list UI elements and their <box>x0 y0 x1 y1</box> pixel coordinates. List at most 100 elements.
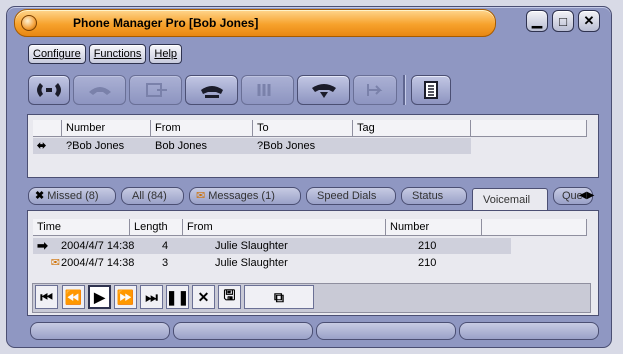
chevron-left-icon[interactable]: ◀ <box>579 190 587 201</box>
app-icon <box>21 15 37 31</box>
vm-time: 2004/4/7 14:38 <box>61 257 135 269</box>
forward-icon: ⧉ <box>274 288 284 305</box>
save-icon: 🖫 <box>223 287 236 303</box>
pause-button[interactable]: ❚❚ <box>166 285 189 309</box>
transfer-icon <box>145 83 167 97</box>
minimize-button[interactable]: ▁ <box>526 10 548 32</box>
maximize-icon: □ <box>559 13 567 29</box>
tab-bar: ✖ Missed (8) All (84) ✉ Messages (1) Spe… <box>28 187 593 210</box>
tab-missed[interactable]: ✖ Missed (8) <box>28 187 116 205</box>
tab-messages-label: Messages (1) <box>208 190 275 202</box>
answer-button[interactable] <box>73 75 126 105</box>
dial-button[interactable] <box>28 75 70 105</box>
tab-missed-label: Missed (8) <box>47 190 99 202</box>
toolbar-separator <box>403 75 405 105</box>
tab-status[interactable]: Status <box>401 187 467 205</box>
transfer-button[interactable] <box>129 75 182 105</box>
rewind-button[interactable]: ⏪ <box>62 285 85 309</box>
dial-icon <box>37 83 61 97</box>
park-icon <box>367 84 383 96</box>
footer-button[interactable] <box>459 322 599 340</box>
calls-col-to[interactable]: To <box>253 120 353 136</box>
tab-scroll[interactable]: ◀▶ <box>579 190 594 201</box>
hangup-icon <box>311 84 336 98</box>
park-button[interactable] <box>353 75 397 105</box>
tab-status-label: Status <box>412 190 444 202</box>
tab-all[interactable]: All (84) <box>121 187 184 205</box>
vm-from: Julie Slaughter <box>215 257 288 269</box>
save-button[interactable]: 🖫 <box>218 285 241 309</box>
delete-button[interactable]: ✕ <box>192 285 215 309</box>
vm-number: 210 <box>418 240 437 252</box>
hold-icon <box>200 86 223 98</box>
vm-col-time[interactable]: Time <box>33 219 130 235</box>
directory-icon <box>424 81 438 99</box>
fast-forward-icon: ⏩ <box>116 288 135 305</box>
maximize-button[interactable]: □ <box>552 10 574 32</box>
skip-end-icon: ⏭ <box>145 288 158 305</box>
calls-col-from[interactable]: From <box>151 120 253 136</box>
vm-number: 210 <box>418 257 437 269</box>
calls-col-tag[interactable]: Tag <box>353 120 471 136</box>
play-button[interactable]: ▶ <box>88 285 111 309</box>
tab-speed-dials-label: Speed Dials <box>317 190 377 202</box>
tab-speed-dials[interactable]: Speed Dials <box>306 187 396 205</box>
x-icon: ✖ <box>35 190 45 202</box>
title-bar[interactable]: Phone Manager Pro [Bob Jones] <box>14 9 496 37</box>
close-icon: ✕ <box>583 13 595 28</box>
table-row[interactable]: ⬌ ?Bob Jones Bob Jones ?Bob Jones <box>33 138 471 154</box>
footer-button[interactable] <box>173 322 313 340</box>
vm-from: Julie Slaughter <box>215 240 288 252</box>
conference-button[interactable] <box>241 75 294 105</box>
call-tag <box>353 138 471 154</box>
hangup-button[interactable] <box>297 75 350 105</box>
toolbar <box>28 75 451 105</box>
chevron-right-icon[interactable]: ▶ <box>587 190 595 201</box>
play-icon: ▶ <box>94 288 105 305</box>
table-row[interactable]: ✉ 2004/4/7 14:38 3 Julie Slaughter 210 <box>33 255 511 271</box>
vm-time: 2004/4/7 14:38 <box>61 240 135 252</box>
close-button[interactable]: ✕ <box>578 10 600 32</box>
forward-button[interactable]: ⧉ <box>244 285 314 309</box>
calls-col-number[interactable]: Number <box>62 120 151 136</box>
fast-forward-button[interactable]: ⏩ <box>114 285 137 309</box>
call-to: ?Bob Jones <box>257 140 316 152</box>
table-row[interactable]: ➡ 2004/4/7 14:38 4 Julie Slaughter 210 <box>33 238 511 254</box>
connected-icon: ⬌ <box>37 140 47 152</box>
calls-panel: Number From To Tag ⬌ ?Bob Jones Bob Jone… <box>27 114 599 178</box>
tab-messages[interactable]: ✉ Messages (1) <box>189 187 301 205</box>
skip-end-button[interactable]: ⏭ <box>140 285 163 309</box>
functions-menu[interactable]: Functions <box>88 44 147 64</box>
vm-col-number[interactable]: Number <box>386 219 482 235</box>
calls-col-indicator <box>33 120 62 136</box>
skip-start-button[interactable]: ⏮ <box>35 285 58 309</box>
help-menu[interactable]: Help <box>149 44 183 64</box>
menu-bar: Configure Functions Help <box>28 44 183 66</box>
answer-icon <box>88 87 111 95</box>
hold-button[interactable] <box>185 75 238 105</box>
directory-button[interactable] <box>411 75 451 105</box>
footer-button[interactable] <box>316 322 456 340</box>
vm-col-length[interactable]: Length <box>130 219 183 235</box>
footer-button[interactable] <box>30 322 170 340</box>
delete-icon: ✕ <box>197 288 210 305</box>
calls-header: Number From To Tag <box>33 120 587 137</box>
vm-length: 3 <box>162 257 169 269</box>
arrow-right-icon: ➡ <box>37 238 48 253</box>
pause-icon: ❚❚ <box>165 288 190 305</box>
window-title: Phone Manager Pro [Bob Jones] <box>73 16 259 30</box>
voicemail-header: Time Length From Number <box>33 219 587 236</box>
envelope-icon: ✉ <box>50 257 60 269</box>
tab-all-label: All (84) <box>132 190 167 202</box>
call-number: ?Bob Jones <box>66 140 125 152</box>
conference-icon <box>257 84 270 96</box>
configure-menu[interactable]: Configure <box>28 44 86 64</box>
minimize-icon: ▁ <box>532 13 542 28</box>
tab-voicemail-label: Voicemail <box>483 193 531 206</box>
vm-col-from[interactable]: From <box>183 219 386 235</box>
vm-length: 4 <box>162 240 169 252</box>
envelope-icon: ✉ <box>196 190 206 202</box>
tab-voicemail[interactable]: Voicemail <box>472 188 548 210</box>
call-from: Bob Jones <box>155 140 207 152</box>
rewind-icon: ⏪ <box>64 288 83 305</box>
